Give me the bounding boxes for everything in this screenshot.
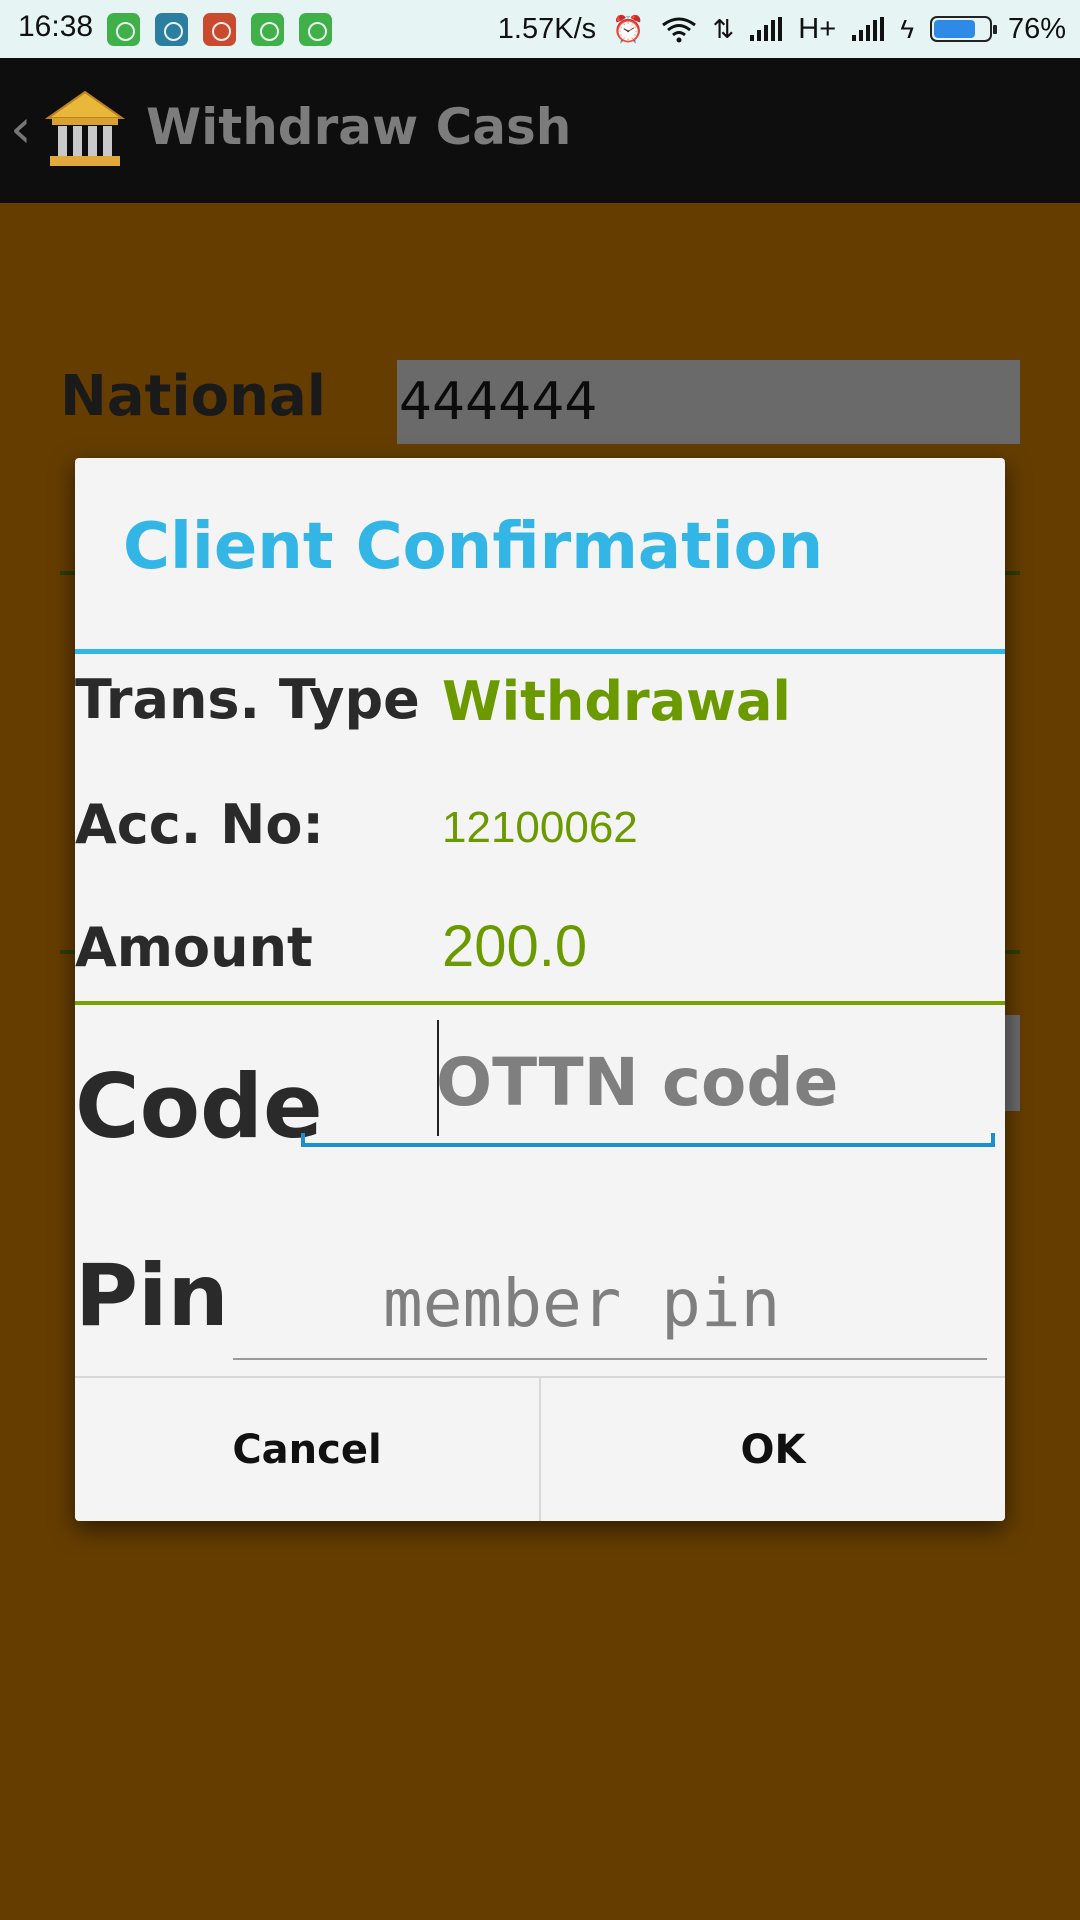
app-notification-icon (251, 13, 284, 46)
account-number-value: 12100062 (442, 803, 638, 852)
signal-icon (852, 17, 885, 41)
status-time: 16:38 (18, 10, 94, 43)
national-id-field[interactable]: 444444 (397, 360, 1020, 444)
charging-icon: ϟ (900, 13, 914, 44)
dialog-buttons: Cancel OK (75, 1376, 1005, 1521)
trans-type-label: Trans. Type (75, 668, 420, 731)
client-confirmation-dialog: Client Confirmation Trans. Type Withdraw… (75, 458, 1005, 1521)
code-label: Code (75, 1055, 323, 1158)
notification-icons (107, 13, 332, 46)
signal-icon (750, 17, 783, 41)
trans-type-value: Withdrawal (442, 670, 791, 733)
app-notification-icon (107, 13, 140, 46)
app-notification-icon (203, 13, 236, 46)
back-icon[interactable]: ‹ (10, 102, 32, 156)
title-divider (75, 649, 1005, 654)
dialog-title: Client Confirmation (123, 510, 824, 584)
status-bar: 16:38 1.57K/s ⏰ ⇅ H+ ϟ 76% (0, 0, 1080, 58)
action-bar: ‹ Withdraw Cash (0, 58, 1080, 203)
bank-icon[interactable] (42, 88, 128, 170)
ok-button[interactable]: OK (539, 1378, 1005, 1521)
data-arrows-icon: ⇅ (712, 13, 735, 44)
battery-fill (933, 20, 975, 38)
amount-value: 200.0 (442, 914, 588, 979)
status-right: 1.57K/s ⏰ ⇅ H+ ϟ 76% (498, 8, 1066, 50)
app-notification-icon (155, 13, 188, 46)
pin-label: Pin (75, 1246, 229, 1346)
pin-input[interactable] (233, 1248, 987, 1360)
battery-icon (929, 16, 997, 42)
cancel-button[interactable]: Cancel (75, 1378, 539, 1521)
network-speed: 1.57K/s (497, 12, 597, 45)
network-type: H+ (798, 12, 837, 45)
text-cursor (437, 1020, 439, 1136)
page-title: Withdraw Cash (146, 98, 572, 156)
code-input[interactable] (301, 1021, 995, 1147)
details-divider (75, 1001, 1005, 1005)
alarm-icon: ⏰ (612, 13, 645, 44)
app-notification-icon (299, 13, 332, 46)
wifi-icon (661, 15, 697, 43)
battery-percent: 76% (1007, 12, 1066, 45)
account-number-label: Acc. No: (75, 793, 325, 856)
amount-label: Amount (75, 916, 313, 979)
national-label: National (60, 364, 326, 429)
